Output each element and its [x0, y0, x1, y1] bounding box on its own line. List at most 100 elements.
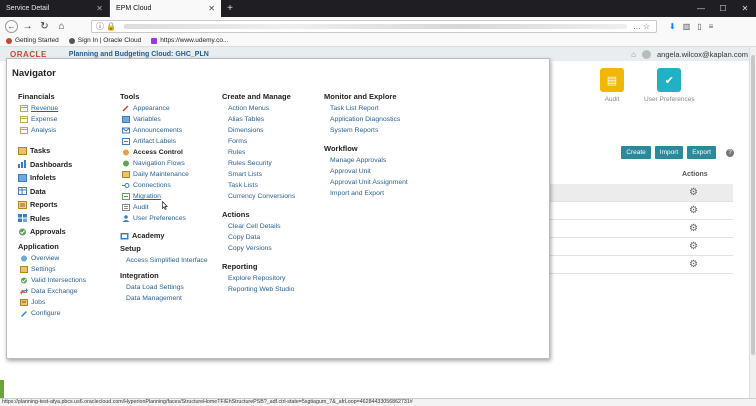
nav-infolets[interactable]: Infolets [18, 171, 86, 185]
nav-system-reports[interactable]: System Reports [324, 125, 408, 136]
minimize-icon[interactable]: — [690, 0, 712, 17]
migration-icon [122, 193, 130, 200]
close-tab-icon[interactable]: ✕ [96, 4, 103, 13]
back-icon[interactable]: ← [5, 19, 18, 33]
nav-jobs[interactable]: Jobs [18, 297, 86, 308]
nav-rules[interactable]: Rules [222, 147, 295, 158]
nav-expense[interactable]: Expense [18, 114, 86, 125]
nav-currency-conversions[interactable]: Currency Conversions [222, 191, 295, 202]
nav-user-preferences[interactable]: User Preferences [120, 213, 208, 224]
new-tab-button[interactable]: + [221, 0, 239, 17]
nav-revenue[interactable]: Revenue [18, 103, 86, 114]
import-button[interactable]: Import [654, 146, 684, 159]
bookmark-label: Sign In | Oracle Cloud [77, 37, 142, 44]
nav-approval-unit[interactable]: Approval Unit [324, 166, 408, 177]
help-icon[interactable]: ? [726, 148, 734, 157]
dashboards-icon [18, 160, 27, 169]
user-menu[interactable]: angela.wilcox@kaplan.com [657, 50, 748, 59]
nav-manage-approvals[interactable]: Manage Approvals [324, 155, 408, 166]
create-button[interactable]: Create [621, 146, 651, 159]
nav-access-simplified-interface[interactable]: Access Simplified Interface [120, 255, 208, 266]
sidebar-icon[interactable]: ▯ [697, 22, 701, 31]
menu-icon[interactable]: ≡ [709, 22, 714, 31]
info-icon[interactable]: ⓘ [96, 21, 104, 32]
maximize-icon[interactable]: ☐ [712, 0, 734, 17]
reload-icon[interactable]: ↻ [37, 19, 52, 34]
bookmark-star-icon[interactable]: ☆ [643, 22, 650, 31]
nav-task-list-report[interactable]: Task List Report [324, 103, 408, 114]
nav-approvals[interactable]: Approvals [18, 225, 86, 239]
nav-task-lists[interactable]: Task Lists [222, 180, 295, 191]
nav-copy-versions[interactable]: Copy Versions [222, 243, 295, 254]
nav-valid-intersections[interactable]: Valid Intersections [18, 275, 86, 286]
nav-artifact-labels[interactable]: Artifact Labels [120, 136, 208, 147]
accessibility-icon[interactable] [642, 49, 651, 59]
gear-icon[interactable]: ⚙ [689, 223, 698, 234]
nav-overview[interactable]: Overview [18, 253, 86, 264]
table-row[interactable]: ⚙ [550, 256, 733, 274]
nav-data-exchange[interactable]: Data Exchange [18, 286, 86, 297]
home-icon[interactable]: ⌂ [54, 19, 69, 34]
home-icon[interactable]: ⌂ [631, 50, 636, 59]
nav-academy[interactable]: Academy [120, 229, 208, 243]
nav-forms[interactable]: Forms [222, 136, 295, 147]
forward-icon[interactable]: → [20, 19, 35, 34]
nav-application-diagnostics[interactable]: Application Diagnostics [324, 114, 408, 125]
nav-data-management[interactable]: Data Management [120, 293, 208, 304]
nav-data[interactable]: Data [18, 185, 86, 199]
nav-appearance[interactable]: Appearance [120, 103, 208, 114]
table-row[interactable]: ⚙ [550, 220, 733, 238]
nav-rules-security[interactable]: Rules Security [222, 158, 295, 169]
table-row[interactable]: ⚙ [550, 238, 733, 256]
bookmark-getting-started[interactable]: Getting Started [6, 37, 59, 44]
nav-reporting-web-studio[interactable]: Reporting Web Studio [222, 284, 295, 295]
nav-dashboards[interactable]: Dashboards [18, 158, 86, 172]
financials-heading: Financials [18, 92, 55, 101]
download-icon[interactable]: ⬇ [669, 22, 676, 31]
nav-smart-lists[interactable]: Smart Lists [222, 169, 295, 180]
nav-analysis[interactable]: Analysis [18, 125, 86, 136]
nav-navigation-flows[interactable]: Navigation Flows [120, 158, 208, 169]
gear-icon[interactable]: ⚙ [689, 259, 698, 270]
table-row[interactable]: ⚙ [550, 202, 733, 220]
export-button[interactable]: Export [687, 146, 716, 159]
nav-dimensions[interactable]: Dimensions [222, 125, 295, 136]
tab-epm-cloud[interactable]: EPM Cloud ✕ [110, 0, 221, 17]
gear-icon[interactable]: ⚙ [689, 187, 698, 198]
close-window-icon[interactable]: ✕ [734, 0, 756, 17]
table-row[interactable]: ⚙ [550, 184, 733, 202]
nav-configure[interactable]: Configure [18, 308, 86, 319]
tab-service-detail[interactable]: Service Detail ✕ [0, 0, 110, 17]
gear-icon[interactable]: ⚙ [689, 241, 698, 252]
lock-icon[interactable]: 🔒 [106, 22, 116, 31]
nav-connections[interactable]: Connections [120, 180, 208, 191]
close-tab-icon[interactable]: ✕ [208, 4, 215, 13]
library-icon[interactable]: ▥ [683, 22, 691, 31]
nav-approval-unit-assignment[interactable]: Approval Unit Assignment [324, 177, 408, 188]
card-user-preferences[interactable]: ✔ User Preferences [644, 68, 695, 103]
address-bar[interactable]: ⓘ 🔒 … ☆ [91, 19, 657, 33]
nav-tasks[interactable]: Tasks [18, 144, 86, 158]
scrollbar-thumb[interactable] [751, 55, 755, 355]
page-actions-icon[interactable]: … [633, 22, 641, 31]
nav-action-menus[interactable]: Action Menus [222, 103, 295, 114]
nav-data-load-settings[interactable]: Data Load Settings [120, 282, 208, 293]
page-scrollbar[interactable] [749, 47, 756, 398]
artifact-labels-icon [122, 138, 130, 145]
nav-copy-data[interactable]: Copy Data [222, 232, 295, 243]
nav-variables[interactable]: Variables [120, 114, 208, 125]
card-audit[interactable]: ▤ Audit [600, 68, 624, 103]
nav-alias-tables[interactable]: Alias Tables [222, 114, 295, 125]
nav-import-and-export[interactable]: Import and Export [324, 188, 408, 199]
nav-clear-cell-details[interactable]: Clear Cell Details [222, 221, 295, 232]
nav-settings[interactable]: Settings [18, 264, 86, 275]
bookmark-udemy[interactable]: https://www.udemy.co... [151, 37, 228, 44]
nav-daily-maintenance[interactable]: Daily Maintenance [120, 169, 208, 180]
nav-reports[interactable]: Reports [18, 198, 86, 212]
nav-explore-repository[interactable]: Explore Repository [222, 273, 295, 284]
nav-rules[interactable]: Rules [18, 212, 86, 226]
bookmark-oracle-signin[interactable]: Sign In | Oracle Cloud [68, 37, 142, 44]
gear-icon[interactable]: ⚙ [689, 205, 698, 216]
nav-access-control[interactable]: Access Control [120, 147, 208, 158]
nav-announcements[interactable]: Announcements [120, 125, 208, 136]
